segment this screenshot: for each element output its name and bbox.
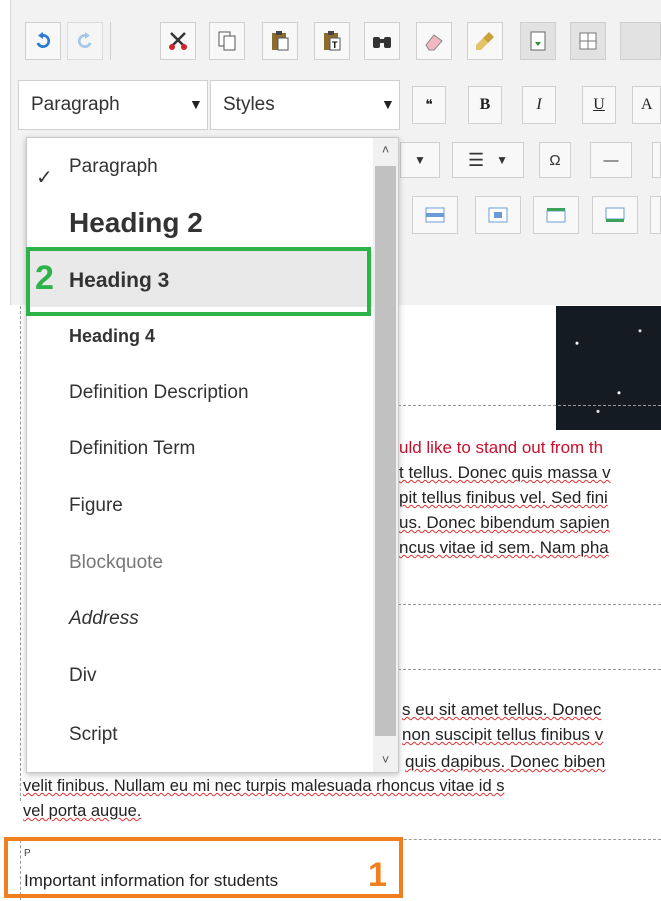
copy-button[interactable] bbox=[209, 22, 245, 60]
table-insert-below-button[interactable] bbox=[592, 196, 638, 234]
table-insert-below-icon bbox=[605, 207, 625, 222]
format-option-div[interactable]: Div bbox=[27, 647, 373, 703]
horizontal-rule-icon: — bbox=[603, 151, 619, 169]
format-painter-button[interactable] bbox=[467, 22, 503, 60]
step-1-highlight bbox=[4, 837, 403, 898]
horizontal-rule-button[interactable]: — bbox=[590, 142, 632, 178]
underline-button[interactable]: U bbox=[582, 86, 616, 124]
undo-icon bbox=[36, 32, 51, 48]
paragraph-format-dropdown: ✓ Paragraph Heading 2 Heading 3 Heading … bbox=[26, 137, 399, 773]
step-2-number: 2 bbox=[35, 259, 54, 297]
redo-button[interactable] bbox=[67, 22, 103, 60]
scrollbar-thumb[interactable] bbox=[375, 166, 396, 736]
format-option-heading-4[interactable]: Heading 4 bbox=[27, 308, 373, 364]
format-option-definition-description[interactable]: Definition Description bbox=[27, 364, 373, 420]
toolbar-cutoff-button-2[interactable] bbox=[650, 196, 661, 234]
insert-file-icon bbox=[530, 31, 546, 51]
italic-icon: I bbox=[536, 96, 542, 113]
styles-value: Styles bbox=[223, 94, 275, 115]
content-line: us. Donec bibendum sapien bbox=[399, 513, 610, 532]
cut-icon bbox=[169, 32, 187, 50]
step-1-number: 1 bbox=[368, 856, 387, 894]
content-line: pit tellus finibus vel. Sed fini bbox=[399, 488, 608, 507]
scroll-down-icon[interactable]: ˅ bbox=[376, 752, 395, 767]
table-cell-button[interactable] bbox=[475, 196, 521, 234]
content-line: quis dapibus. Donec biben bbox=[405, 752, 606, 771]
underline-icon: U bbox=[593, 96, 605, 113]
content-highlight-line: uld like to stand out from th bbox=[399, 438, 604, 457]
format-painter-icon bbox=[476, 32, 494, 50]
redo-icon bbox=[77, 32, 92, 48]
paste-button[interactable] bbox=[262, 22, 298, 60]
font-size-button[interactable]: A bbox=[632, 86, 661, 124]
bold-button[interactable]: B bbox=[468, 86, 502, 124]
format-option-paragraph[interactable]: ✓ Paragraph bbox=[27, 138, 373, 194]
toolbar-overflow-button[interactable] bbox=[620, 22, 661, 60]
chevron-down-icon: ▼ bbox=[189, 96, 203, 112]
eraser-button[interactable] bbox=[416, 22, 452, 60]
format-option-address[interactable]: Address bbox=[27, 590, 373, 646]
paragraph-format-value: Paragraph bbox=[31, 94, 120, 115]
content-line: vel porta augue. bbox=[23, 802, 142, 820]
undo-button[interactable] bbox=[25, 22, 61, 60]
find-icon bbox=[373, 37, 391, 48]
paragraph-format-combo[interactable]: Paragraph ▼ bbox=[18, 80, 208, 130]
chevron-down-icon: ▼ bbox=[381, 96, 395, 112]
font-size-icon: A bbox=[641, 96, 653, 113]
omega-icon: Ω bbox=[549, 151, 561, 169]
table-row-button[interactable] bbox=[412, 196, 458, 234]
cut-button[interactable] bbox=[160, 22, 196, 60]
content-line: t tellus. Donec quis massa v bbox=[399, 463, 611, 482]
chevron-down-icon: ▼ bbox=[496, 153, 509, 167]
format-option-definition-term[interactable]: Definition Term bbox=[27, 420, 373, 476]
step-2-highlight bbox=[26, 247, 371, 316]
dropdown-scrollbar[interactable]: ˄ ˅ bbox=[373, 138, 398, 772]
quote-icon: ❝ bbox=[425, 97, 433, 113]
chevron-down-icon: ▼ bbox=[414, 153, 426, 167]
checkmark-icon: ✓ bbox=[36, 167, 53, 189]
styles-combo[interactable]: Styles ▼ bbox=[210, 80, 400, 130]
content-line: s eu sit amet tellus. Donec bbox=[402, 700, 602, 719]
table-insert-icon bbox=[546, 208, 566, 223]
copy-icon bbox=[218, 31, 236, 51]
table-button[interactable] bbox=[570, 22, 606, 60]
eraser-icon bbox=[425, 34, 443, 51]
special-char-button[interactable]: Ω bbox=[539, 142, 571, 178]
table-cell-icon bbox=[488, 207, 508, 223]
bullet-list-button[interactable]: ☰ ▼ bbox=[452, 142, 524, 178]
format-option-blockquote[interactable]: Blockquote bbox=[27, 534, 373, 590]
format-option-script[interactable]: Script bbox=[27, 704, 373, 760]
format-option-figure[interactable]: Figure bbox=[27, 477, 373, 533]
rich-text-editor: T Paragraph ▼ Styles ▼ ❝ B I U A ▼ ☰ ▼ Ω… bbox=[0, 0, 661, 901]
table-row-icon bbox=[425, 207, 445, 223]
paste-icon bbox=[272, 31, 289, 51]
toolbar-cutoff-button[interactable] bbox=[652, 142, 661, 178]
blockquote-button[interactable]: ❝ bbox=[412, 86, 446, 124]
insert-file-button[interactable] bbox=[520, 22, 556, 60]
italic-button[interactable]: I bbox=[522, 86, 556, 124]
content-line: ncus vitae id sem. Nam pha bbox=[399, 538, 609, 557]
find-button[interactable] bbox=[364, 22, 400, 60]
galaxy-image bbox=[556, 306, 661, 430]
table-icon bbox=[579, 32, 597, 50]
bullet-list-icon: ☰ bbox=[467, 149, 485, 170]
format-option-heading-2[interactable]: Heading 2 bbox=[27, 194, 373, 250]
scroll-up-icon[interactable]: ˄ bbox=[376, 142, 395, 157]
paste-text-icon: T bbox=[324, 31, 341, 51]
bold-icon: B bbox=[479, 96, 491, 113]
content-line: non suscipit tellus finibus v bbox=[402, 725, 604, 744]
table-insert-above-button[interactable] bbox=[533, 196, 579, 234]
paste-text-button[interactable]: T bbox=[314, 22, 350, 60]
content-line: velit finibus. Nullam eu mi nec turpis m… bbox=[23, 777, 505, 795]
svg-text:T: T bbox=[332, 40, 338, 50]
list-dropdown-arrow[interactable]: ▼ bbox=[400, 142, 440, 178]
